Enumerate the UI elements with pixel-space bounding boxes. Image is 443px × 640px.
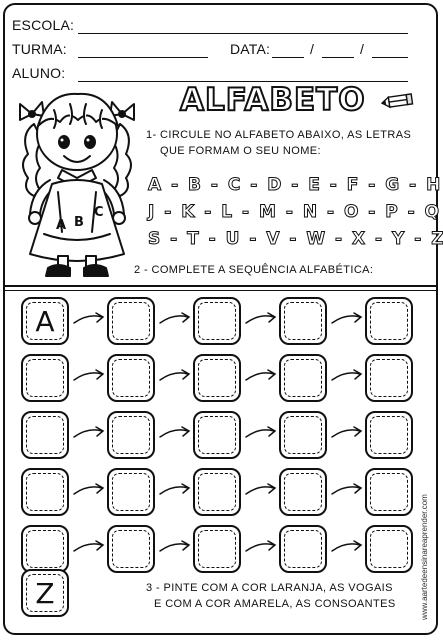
arrow-icon (159, 369, 191, 381)
arrow-icon (73, 540, 105, 552)
letter-box[interactable] (107, 354, 155, 402)
arrow-icon (73, 369, 105, 381)
letter-box[interactable] (279, 297, 327, 345)
arrow-icon (245, 312, 277, 324)
arrow-icon (159, 483, 191, 495)
date-day-field[interactable] (272, 57, 304, 58)
letter-box[interactable] (279, 354, 327, 402)
arrow-icon (245, 426, 277, 438)
date-label: DATA: (230, 41, 271, 57)
worksheet-page: { "header": { "school_label": "ESCOLA:",… (0, 0, 443, 640)
arrow-icon (159, 312, 191, 324)
instruction-3-line2: E COM A COR AMARELA, AS CONSOANTES (154, 598, 396, 610)
alphabet-row-1[interactable]: A - B - C - D - E - F - G - H - I (148, 175, 443, 196)
instruction-1-line2: QUE FORMAM O SEU NOME: (160, 145, 321, 157)
instruction-1-line1: 1- CIRCULE NO ALFABETO ABAIXO, AS LETRAS (146, 129, 412, 141)
letter-box[interactable] (107, 411, 155, 459)
dress-letter-a: A (56, 218, 66, 233)
date-month-field[interactable] (322, 57, 354, 58)
alphabet-row-3[interactable]: S - T - U - V - W - X - Y - Z (148, 229, 443, 250)
letter-box[interactable] (21, 525, 69, 573)
class-label: TURMA: (12, 41, 67, 57)
student-label: ALUNO: (12, 65, 66, 81)
letter-box-z[interactable]: Z (21, 569, 69, 617)
letter-box[interactable] (193, 411, 241, 459)
letter-box[interactable] (365, 411, 413, 459)
instruction-3-line1: 3 - PINTE COM A COR LARANJA, AS VOGAIS (146, 582, 393, 594)
school-field[interactable] (78, 33, 408, 34)
section-divider (3, 285, 438, 287)
letter-box[interactable] (21, 411, 69, 459)
arrow-icon (73, 483, 105, 495)
box-letter: Z (35, 576, 55, 610)
arrow-icon (73, 312, 105, 324)
arrow-icon (159, 426, 191, 438)
arrow-icon (73, 426, 105, 438)
page-title: ALFABETO (179, 81, 366, 119)
arrow-icon (331, 369, 363, 381)
school-label: ESCOLA: (12, 17, 75, 33)
dress-letter-c: C (94, 205, 104, 220)
arrow-icon (331, 540, 363, 552)
arrow-icon (245, 540, 277, 552)
letter-box[interactable] (279, 411, 327, 459)
letter-box[interactable] (21, 354, 69, 402)
letter-box[interactable] (365, 468, 413, 516)
arrow-icon (331, 312, 363, 324)
letter-box[interactable] (365, 354, 413, 402)
arrow-icon (245, 369, 277, 381)
letter-box[interactable] (107, 297, 155, 345)
website-credit: www.aartedeensinareaprender.com (420, 494, 429, 620)
letter-box[interactable] (193, 297, 241, 345)
arrow-icon (159, 540, 191, 552)
dress-letter-b: B (74, 215, 84, 230)
class-field[interactable] (78, 57, 208, 58)
instruction-2: 2 - COMPLETE A SEQUÊNCIA ALFABÉTICA: (134, 264, 374, 276)
letter-box-a[interactable]: A (21, 297, 69, 345)
letter-box[interactable] (193, 354, 241, 402)
arrow-icon (331, 426, 363, 438)
pencil-icon (380, 93, 414, 109)
letter-box[interactable] (193, 525, 241, 573)
letter-box[interactable] (107, 468, 155, 516)
arrow-icon (245, 483, 277, 495)
letter-box[interactable] (365, 297, 413, 345)
letter-box[interactable] (193, 468, 241, 516)
date-separator: / (360, 41, 365, 57)
date-separator: / (310, 41, 315, 57)
letter-box[interactable] (279, 525, 327, 573)
letter-box[interactable] (365, 525, 413, 573)
letter-box[interactable] (21, 468, 69, 516)
box-letter: A (35, 304, 55, 338)
date-year-field[interactable] (372, 57, 408, 58)
letter-box[interactable] (279, 468, 327, 516)
arrow-icon (331, 483, 363, 495)
letter-box[interactable] (107, 525, 155, 573)
alphabet-row-2[interactable]: J - K - L - M - N - O - P - Q - R (147, 202, 443, 223)
section-divider (3, 290, 438, 291)
girl-illustration: A B C (19, 92, 135, 277)
